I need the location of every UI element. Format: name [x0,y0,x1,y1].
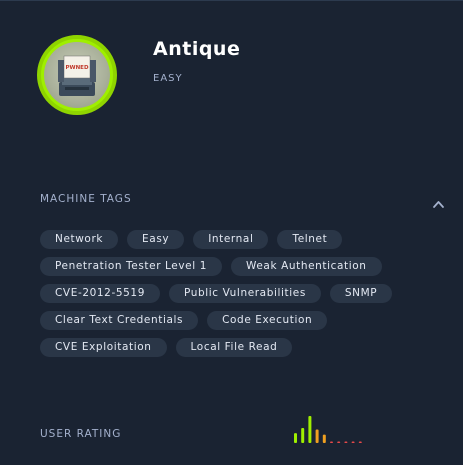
chevron-up-icon[interactable] [432,194,445,208]
machine-tags-heading: MACHINE TAGS [40,193,132,205]
difficulty-label: EASY [153,73,183,84]
tag-row: CVE Exploitation Local File Read [40,338,301,357]
rating-bar [322,434,326,443]
tag-row: Network Easy Internal Telnet [40,230,351,249]
rating-bar [315,429,319,443]
avatar-label: PWNED [65,65,88,71]
rating-bar [358,441,362,443]
rating-bar [330,441,333,443]
rating-bar [301,428,305,443]
tag-cve-exploitation[interactable]: CVE Exploitation [40,338,167,357]
machine-title: Antique [153,38,241,60]
rating-bar [308,416,312,443]
machine-panel: PWNED Antique EASY MACHINE TAGS Network … [0,0,463,465]
user-rating-heading: USER RATING [40,428,122,440]
tag-network[interactable]: Network [40,230,119,249]
rating-bar [344,441,348,443]
tag-row: Penetration Tester Level 1 Weak Authenti… [40,257,391,276]
tag-penetration-tester-level-1[interactable]: Penetration Tester Level 1 [40,257,222,276]
tag-clear-text-credentials[interactable]: Clear Text Credentials [40,311,199,330]
tag-easy[interactable]: Easy [127,230,185,249]
tag-local-file-read[interactable]: Local File Read [175,338,293,357]
tag-internal[interactable]: Internal [193,230,269,249]
rating-bar [337,441,341,443]
printer-image: PWNED [44,42,110,108]
tag-weak-authentication[interactable]: Weak Authentication [230,257,382,276]
user-rating-chart [294,416,362,443]
tag-row: Clear Text Credentials Code Execution [40,311,336,330]
tag-telnet[interactable]: Telnet [277,230,343,249]
rating-bar [351,441,355,443]
rating-bar [294,433,297,443]
tag-cve-2012-5519[interactable]: CVE-2012-5519 [40,284,160,303]
printer-icon: PWNED [58,55,96,96]
tag-row: CVE-2012-5519 Public Vulnerabilities SNM… [40,284,401,303]
tag-snmp[interactable]: SNMP [329,284,393,303]
tag-public-vulnerabilities[interactable]: Public Vulnerabilities [168,284,321,303]
machine-avatar: PWNED [37,35,117,115]
tag-code-execution[interactable]: Code Execution [207,311,328,330]
